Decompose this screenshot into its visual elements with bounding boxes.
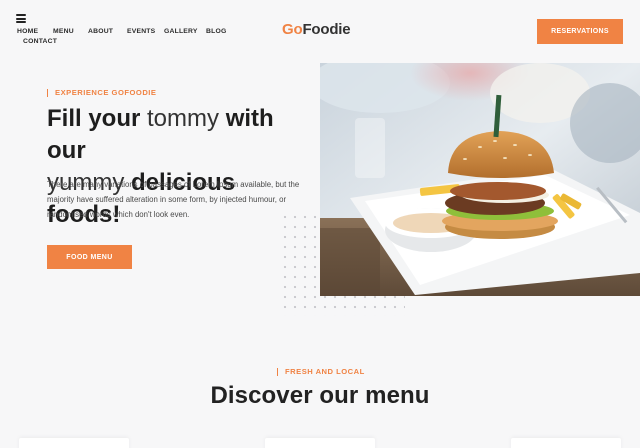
- hero-title-part: Fill your: [47, 105, 141, 132]
- nav-menu[interactable]: MENU: [53, 28, 74, 35]
- nav-events[interactable]: EVENTS: [127, 28, 155, 35]
- hero-burger-image: [320, 63, 640, 296]
- menu-card[interactable]: [265, 438, 375, 448]
- nav-contact[interactable]: CONTACT: [23, 38, 57, 45]
- hero-description: There are many variations of passages of…: [47, 180, 300, 219]
- nav-blog[interactable]: BLOG: [206, 28, 226, 35]
- food-menu-button[interactable]: FOOD MENU: [47, 245, 132, 269]
- menu-section-title: Discover our menu: [210, 382, 430, 409]
- nav-gallery[interactable]: GALLERY: [164, 28, 198, 35]
- logo-go: Go: [282, 21, 303, 38]
- logo[interactable]: GoFoodie: [282, 21, 351, 38]
- menu-eyebrow: FRESH AND LOCAL: [277, 368, 365, 376]
- hero-eyebrow: EXPERIENCE GOFOODIE: [47, 89, 157, 97]
- menu-card[interactable]: [511, 438, 621, 448]
- hamburger-menu-icon[interactable]: [16, 14, 26, 23]
- nav-about[interactable]: ABOUT: [88, 28, 113, 35]
- logo-foodie: Foodie: [302, 21, 351, 38]
- hero-title-part: tommy: [140, 105, 226, 132]
- reservations-button[interactable]: RESERVATIONS: [537, 19, 623, 44]
- nav-home[interactable]: HOME: [17, 28, 38, 35]
- menu-card[interactable]: [19, 438, 129, 448]
